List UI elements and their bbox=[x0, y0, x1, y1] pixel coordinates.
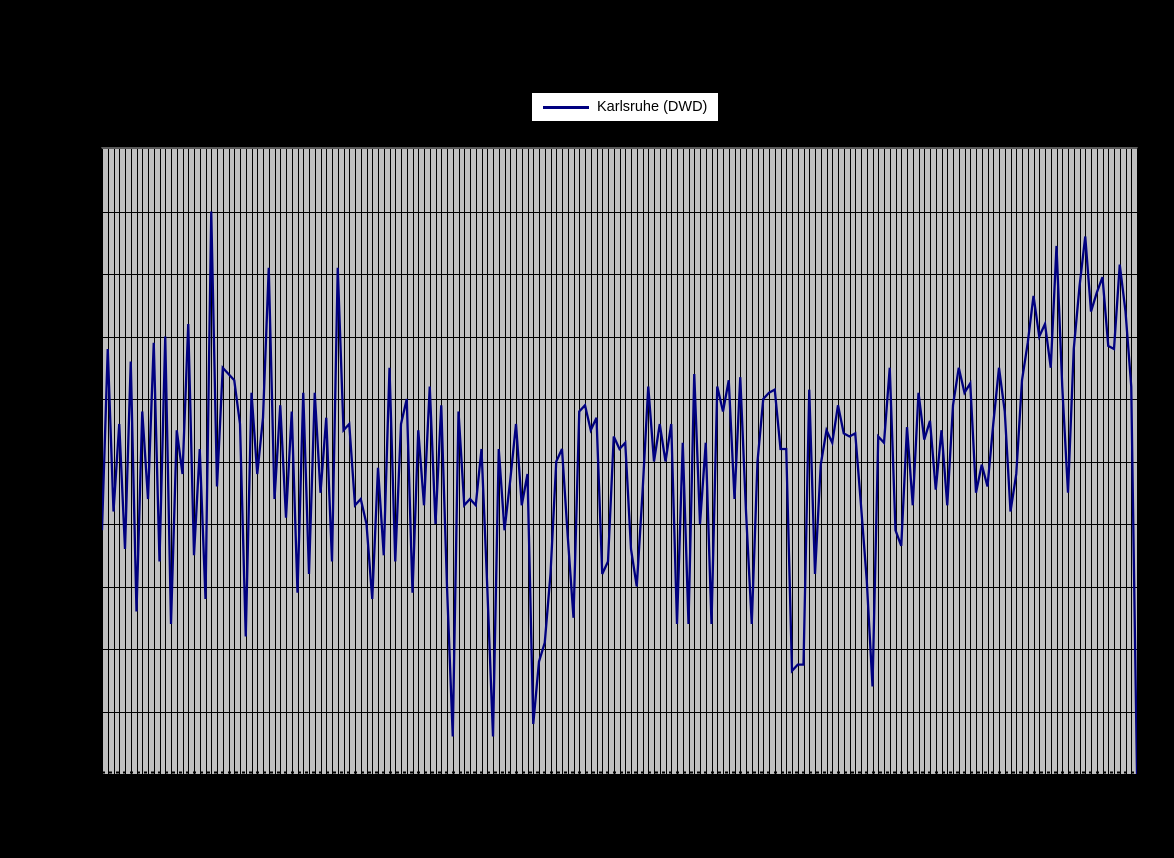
chart-plot-svg bbox=[102, 149, 1137, 774]
legend-line-sample bbox=[543, 106, 589, 109]
legend-label: Karlsruhe (DWD) bbox=[597, 100, 707, 115]
plot-area bbox=[101, 147, 1138, 774]
legend: Karlsruhe (DWD) bbox=[531, 92, 719, 122]
chart-canvas: Karlsruhe (DWD) bbox=[0, 0, 1174, 858]
